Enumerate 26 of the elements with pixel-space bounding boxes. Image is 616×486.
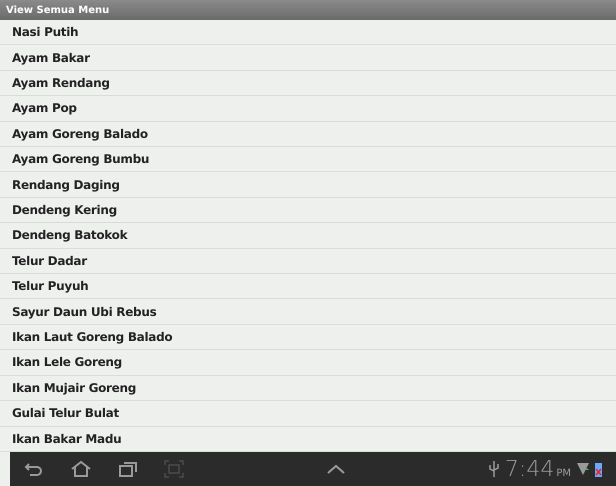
menu-item[interactable]: Sayur Daun Ubi Rebus	[0, 299, 616, 325]
clock-time: 7:44	[504, 456, 554, 484]
battery-icon	[595, 461, 602, 477]
menu-item[interactable]: Nasi Putih	[0, 20, 616, 46]
menu-item[interactable]: Telur Dadar	[0, 248, 616, 274]
menu-item[interactable]: Ayam Rendang	[0, 70, 616, 96]
menu-item[interactable]: Gulai Telur Bulat	[0, 401, 616, 426]
usb-icon	[488, 460, 499, 478]
chevron-up-icon[interactable]	[326, 464, 346, 474]
menu-item[interactable]: Rendang Daging	[0, 172, 616, 198]
menu-item[interactable]: Ayam Pop	[0, 96, 616, 122]
menu-item[interactable]: Ayam Bakar	[0, 45, 616, 71]
menu-item[interactable]: Ikan Mujair Goreng	[0, 376, 616, 402]
menu-item[interactable]: Ikan Laut Goreng Balado	[0, 324, 616, 350]
menu-item[interactable]: Telur Puyuh	[0, 274, 616, 300]
home-icon[interactable]	[70, 460, 92, 478]
wifi-icon	[577, 462, 589, 476]
menu-item[interactable]: Dendeng Kering	[0, 198, 616, 224]
recent-apps-icon[interactable]	[118, 460, 138, 478]
back-icon[interactable]	[24, 461, 44, 477]
menu-item[interactable]: Ikan Lele Goreng	[0, 350, 616, 376]
menu-item[interactable]: Ayam Goreng Balado	[0, 122, 616, 148]
clock-ampm: PM	[556, 466, 571, 480]
menu-item[interactable]: Ayam Goreng Bumbu	[0, 147, 616, 172]
window-title: View Semua Menu	[6, 4, 110, 18]
menu-item[interactable]: Dendeng Batokok	[0, 223, 616, 249]
